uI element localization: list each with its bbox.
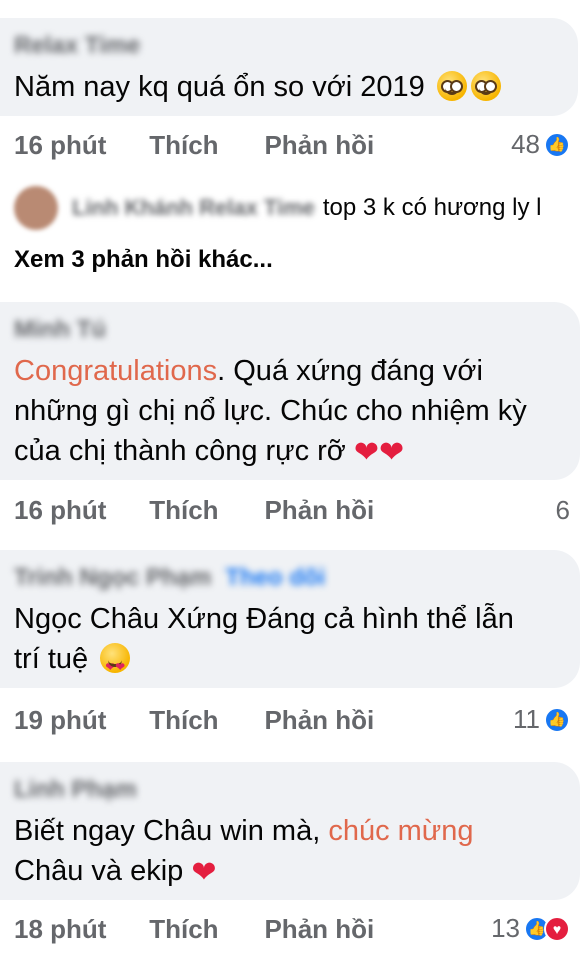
reply-button[interactable]: Phản hồi: [264, 914, 374, 945]
like-button[interactable]: Thích: [149, 130, 257, 161]
comment-text: Biết ngay Châu win mà, chúc mừng Châu và…: [14, 815, 474, 890]
comment-author[interactable]: Trinh Ngọc Phạm Theo dõi: [14, 564, 325, 592]
like-button[interactable]: Thích: [149, 495, 257, 526]
reaction-count: 6: [555, 495, 570, 525]
comment-time[interactable]: 16 phút: [14, 495, 142, 526]
comment-actions: 18 phút Thích Phản hồi: [14, 914, 374, 945]
comment-time[interactable]: 19 phút: [14, 705, 142, 736]
follow-link[interactable]: Theo dõi: [225, 564, 325, 591]
comment-bubble: Trinh Ngọc Phạm Theo dõi Ngọc Châu Xứng Đ…: [0, 550, 580, 688]
hashtag-highlight[interactable]: chúc mừng: [328, 815, 473, 847]
heart-icon: ❤: [191, 855, 217, 890]
like-icon: 👍: [544, 706, 570, 733]
reaction-summary[interactable]: 11 👍: [513, 704, 570, 735]
heart-icon: ❤: [353, 435, 380, 470]
pleading-face-icon: [470, 71, 501, 101]
like-icon: 👍: [544, 131, 570, 158]
comment-author[interactable]: Relax Time: [14, 32, 140, 60]
pleading-face-icon: [436, 71, 467, 101]
reply-button[interactable]: Phản hồi: [264, 130, 374, 161]
reaction-summary[interactable]: 6: [556, 495, 570, 526]
reply-button[interactable]: Phản hồi: [264, 495, 374, 526]
comment-actions: 19 phút Thích Phản hồi: [14, 705, 374, 736]
avatar[interactable]: [14, 186, 58, 230]
reply-button[interactable]: Phản hồi: [264, 705, 374, 736]
reaction-count: 48: [511, 129, 540, 159]
reply-preview[interactable]: Linh Khánh Relax Time top 3 k có hương l…: [14, 186, 541, 230]
love-icon: ♥: [544, 915, 570, 942]
hashtag-highlight[interactable]: Congratulations: [14, 355, 217, 387]
comment-author[interactable]: Linh Phạm: [14, 776, 137, 804]
heart-eyes-icon: [100, 643, 131, 687]
comment-text: Congratulations. Quá xứng đáng với những…: [14, 355, 527, 470]
comment-bubble: Linh Phạm Biết ngay Châu win mà, chúc mừ…: [0, 762, 580, 900]
comment-actions: 16 phút Thích Phản hồi: [14, 130, 374, 161]
comment-actions: 16 phút Thích Phản hồi: [14, 495, 374, 526]
reaction-count: 13: [491, 913, 520, 943]
reply-authors[interactable]: Linh Khánh Relax Time: [72, 195, 315, 221]
reaction-summary[interactable]: 48 👍: [511, 129, 570, 160]
heart-icon: ❤: [379, 435, 405, 470]
reaction-count: 11: [513, 704, 540, 734]
comment-bubble: Minh Tú Congratulations. Quá xứng đáng v…: [0, 302, 580, 480]
view-more-replies-link[interactable]: Xem 3 phản hồi khác...: [14, 246, 273, 274]
like-button[interactable]: Thích: [149, 914, 257, 945]
comment-time[interactable]: 16 phút: [14, 130, 142, 161]
reaction-summary[interactable]: 13 👍 ♥: [491, 913, 570, 944]
comment-text: Năm nay kq quá ổn so với 2019: [14, 67, 501, 107]
comment-time[interactable]: 18 phút: [14, 914, 142, 945]
comment-bubble: Relax Time Năm nay kq quá ổn so với 2019: [0, 18, 578, 116]
comment-author[interactable]: Minh Tú: [14, 316, 106, 344]
comment-text: Ngọc Châu Xứng Đáng cả hình thể lẫn trí …: [14, 599, 514, 687]
reply-preview-text: top 3 k có hương ly l: [322, 194, 542, 221]
like-button[interactable]: Thích: [149, 705, 257, 736]
